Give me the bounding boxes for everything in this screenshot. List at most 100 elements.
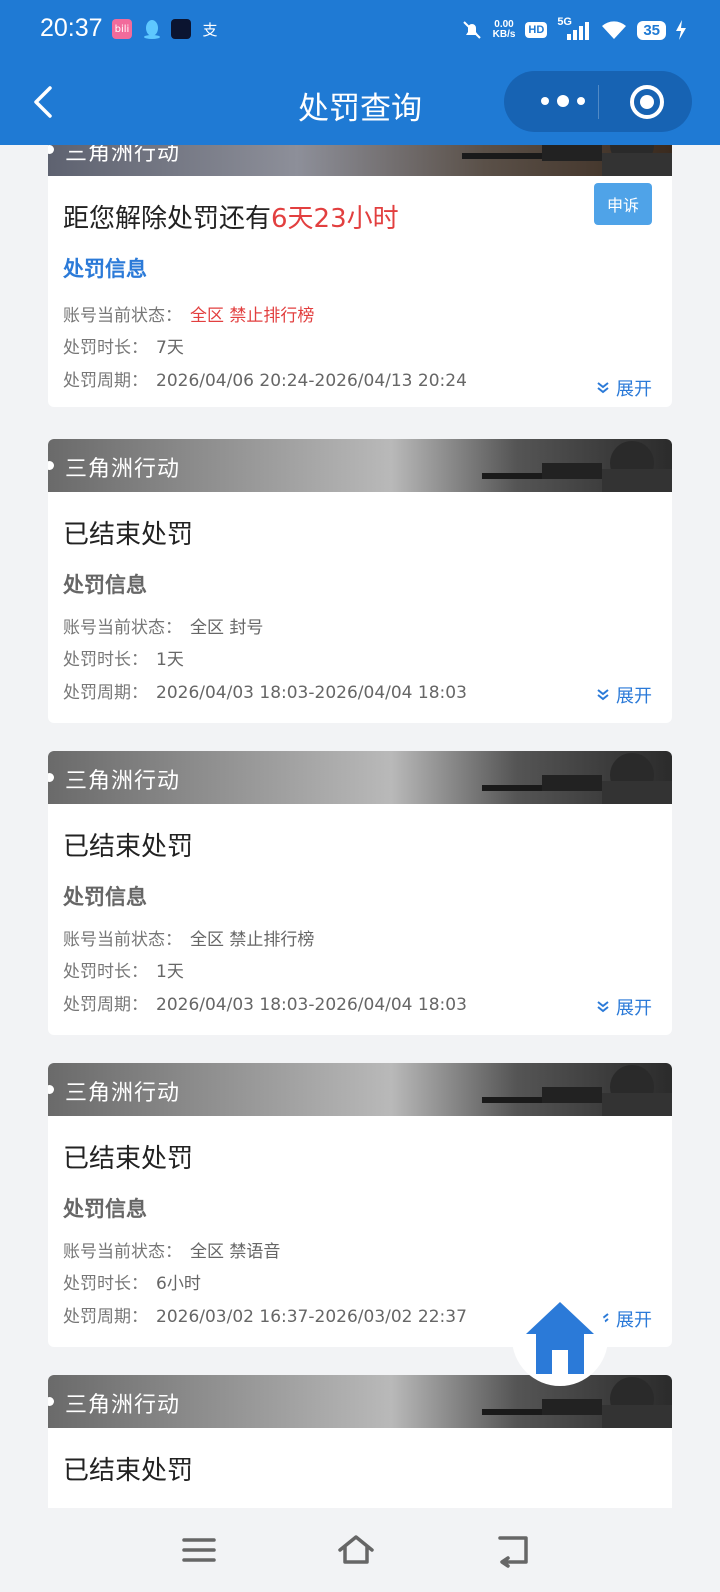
game-name: 三角洲行动 [65,769,181,794]
status-label: 账号当前状态： [63,930,182,950]
penalty-list: 三角洲行动 距您解除处罚还有6天23小时 申诉 处罚信息 账号当前状态： 全区 禁… [0,145,720,1508]
chevron-double-down-icon [597,1001,609,1013]
period-label: 处罚周期： [63,995,148,1015]
duration-label: 处罚时长： [63,650,148,670]
remaining-time-prefix: 距您解除处罚还有 [63,204,272,234]
chevron-double-down-icon [597,689,609,701]
more-options-icon[interactable] [529,71,599,132]
game-banner: 三角洲行动 [48,145,672,176]
section-title: 处罚信息 [63,573,147,597]
qq-icon [142,19,162,39]
penalty-card: 三角洲行动 已结束处罚 [48,1375,672,1508]
mini-program-capsule [504,71,692,132]
alipay-icon: 支 [202,20,218,39]
section-title: 处罚信息 [63,257,147,281]
banner-dot [48,461,54,470]
status-row: 账号当前状态： 全区 禁止排行榜 [63,925,314,950]
capsule-divider [598,85,599,119]
period-label: 处罚周期： [63,1307,148,1327]
app-header: 20:37 bili 支 0.00 KB/s HD 5G 35 处罚查询 [0,0,720,145]
period-label: 处罚周期： [63,683,148,703]
period-value: 2026/03/02 16:37-2026/03/02 22:37 [156,1307,467,1327]
expand-button[interactable]: 展开 [596,994,652,1020]
game-banner: 三角洲行动 [48,751,672,804]
duration-label: 处罚时长： [63,338,148,358]
period-row: 处罚周期： 2026/04/03 18:03-2026/04/04 18:03 [63,678,467,703]
battery-indicator: 35 [637,20,666,40]
banner-dot [48,773,54,782]
soldier-artwork [482,441,672,492]
status-value: 全区 封号 [190,618,264,638]
card-title: 已结束处罚 [63,1144,194,1174]
banner-dot [48,145,54,154]
signal-icon: 5G [557,16,591,42]
status-time: 20:37 [40,14,103,42]
remaining-time-value: 6天23小时 [271,204,399,234]
net-speed: 0.00 KB/s [493,20,516,40]
period-row: 处罚周期： 2026/03/02 16:37-2026/03/02 22:37 [63,1302,467,1327]
game-name: 三角洲行动 [65,457,181,482]
bilibili-icon: bili [112,19,132,39]
soldier-artwork [482,1377,672,1428]
duration-value: 1天 [156,650,184,670]
charging-icon [676,20,686,40]
game-name: 三角洲行动 [65,145,181,166]
game-banner: 三角洲行动 [48,439,672,492]
wifi-icon [602,21,627,39]
back-nav-icon[interactable] [494,1532,534,1568]
close-program-icon[interactable] [628,83,666,121]
duration-value: 6小时 [156,1274,201,1294]
duration-value: 1天 [156,962,184,982]
game-name: 三角洲行动 [65,1393,181,1418]
period-label: 处罚周期： [63,371,148,391]
expand-label: 展开 [616,998,652,1019]
app-icon [171,19,191,39]
duration-row: 处罚时长： 1天 [63,957,184,982]
card-title: 已结束处罚 [63,832,194,862]
period-row: 处罚周期： 2026/04/06 20:24-2026/04/13 20:24 [63,366,467,391]
card-title: 已结束处罚 [63,1456,194,1486]
expand-button[interactable]: 展开 [596,375,652,401]
card-title: 已结束处罚 [63,520,194,550]
status-label: 账号当前状态： [63,306,182,326]
home-icon [526,1302,594,1374]
system-nav-bar [0,1508,720,1592]
duration-label: 处罚时长： [63,962,148,982]
chevron-double-down-icon [597,382,609,394]
net-speed-unit: KB/s [492,29,516,40]
hd-badge: HD [525,22,548,38]
expand-label: 展开 [616,379,652,400]
penalty-card-active: 三角洲行动 距您解除处罚还有6天23小时 申诉 处罚信息 账号当前状态： 全区 禁… [48,145,672,407]
duration-row: 处罚时长： 1天 [63,645,184,670]
menu-icon[interactable] [180,1532,220,1568]
period-value: 2026/04/03 18:03-2026/04/04 18:03 [156,683,467,703]
status-value: 全区 禁语音 [190,1242,281,1262]
home-nav-icon[interactable] [336,1532,376,1568]
expand-label: 展开 [616,686,652,707]
soldier-artwork [482,753,672,804]
soldier-artwork [482,1065,672,1116]
status-row: 账号当前状态： 全区 封号 [63,613,263,638]
penalty-card: 三角洲行动 已结束处罚 处罚信息 账号当前状态： 全区 禁止排行榜 处罚时长： 1天… [48,751,672,1035]
duration-row: 处罚时长： 6小时 [63,1269,201,1294]
game-banner: 三角洲行动 [48,1063,672,1116]
period-row: 处罚周期： 2026/04/03 18:03-2026/04/04 18:03 [63,990,467,1015]
section-title: 处罚信息 [63,1197,147,1221]
duration-label: 处罚时长： [63,1274,148,1294]
home-floating-button[interactable] [512,1290,608,1386]
banner-dot [48,1397,54,1406]
duration-value: 7天 [156,338,184,358]
appeal-button[interactable]: 申诉 [594,183,652,225]
status-value: 全区 禁止排行榜 [190,306,315,326]
duration-row: 处罚时长： 7天 [63,333,184,358]
expand-button[interactable]: 展开 [596,682,652,708]
period-value: 2026/04/03 18:03-2026/04/04 18:03 [156,995,467,1015]
status-value: 全区 禁止排行榜 [190,930,315,950]
penalty-card: 三角洲行动 已结束处罚 处罚信息 账号当前状态： 全区 封号 处罚时长： 1天 处罚… [48,439,672,723]
status-icons: 0.00 KB/s HD 5G 35 [461,15,686,45]
mute-bell-icon [462,21,481,39]
expand-label: 展开 [616,1310,652,1331]
status-row: 账号当前状态： 全区 禁止排行榜 [63,301,314,326]
game-name: 三角洲行动 [65,1081,181,1106]
period-value: 2026/04/06 20:24-2026/04/13 20:24 [156,371,467,391]
